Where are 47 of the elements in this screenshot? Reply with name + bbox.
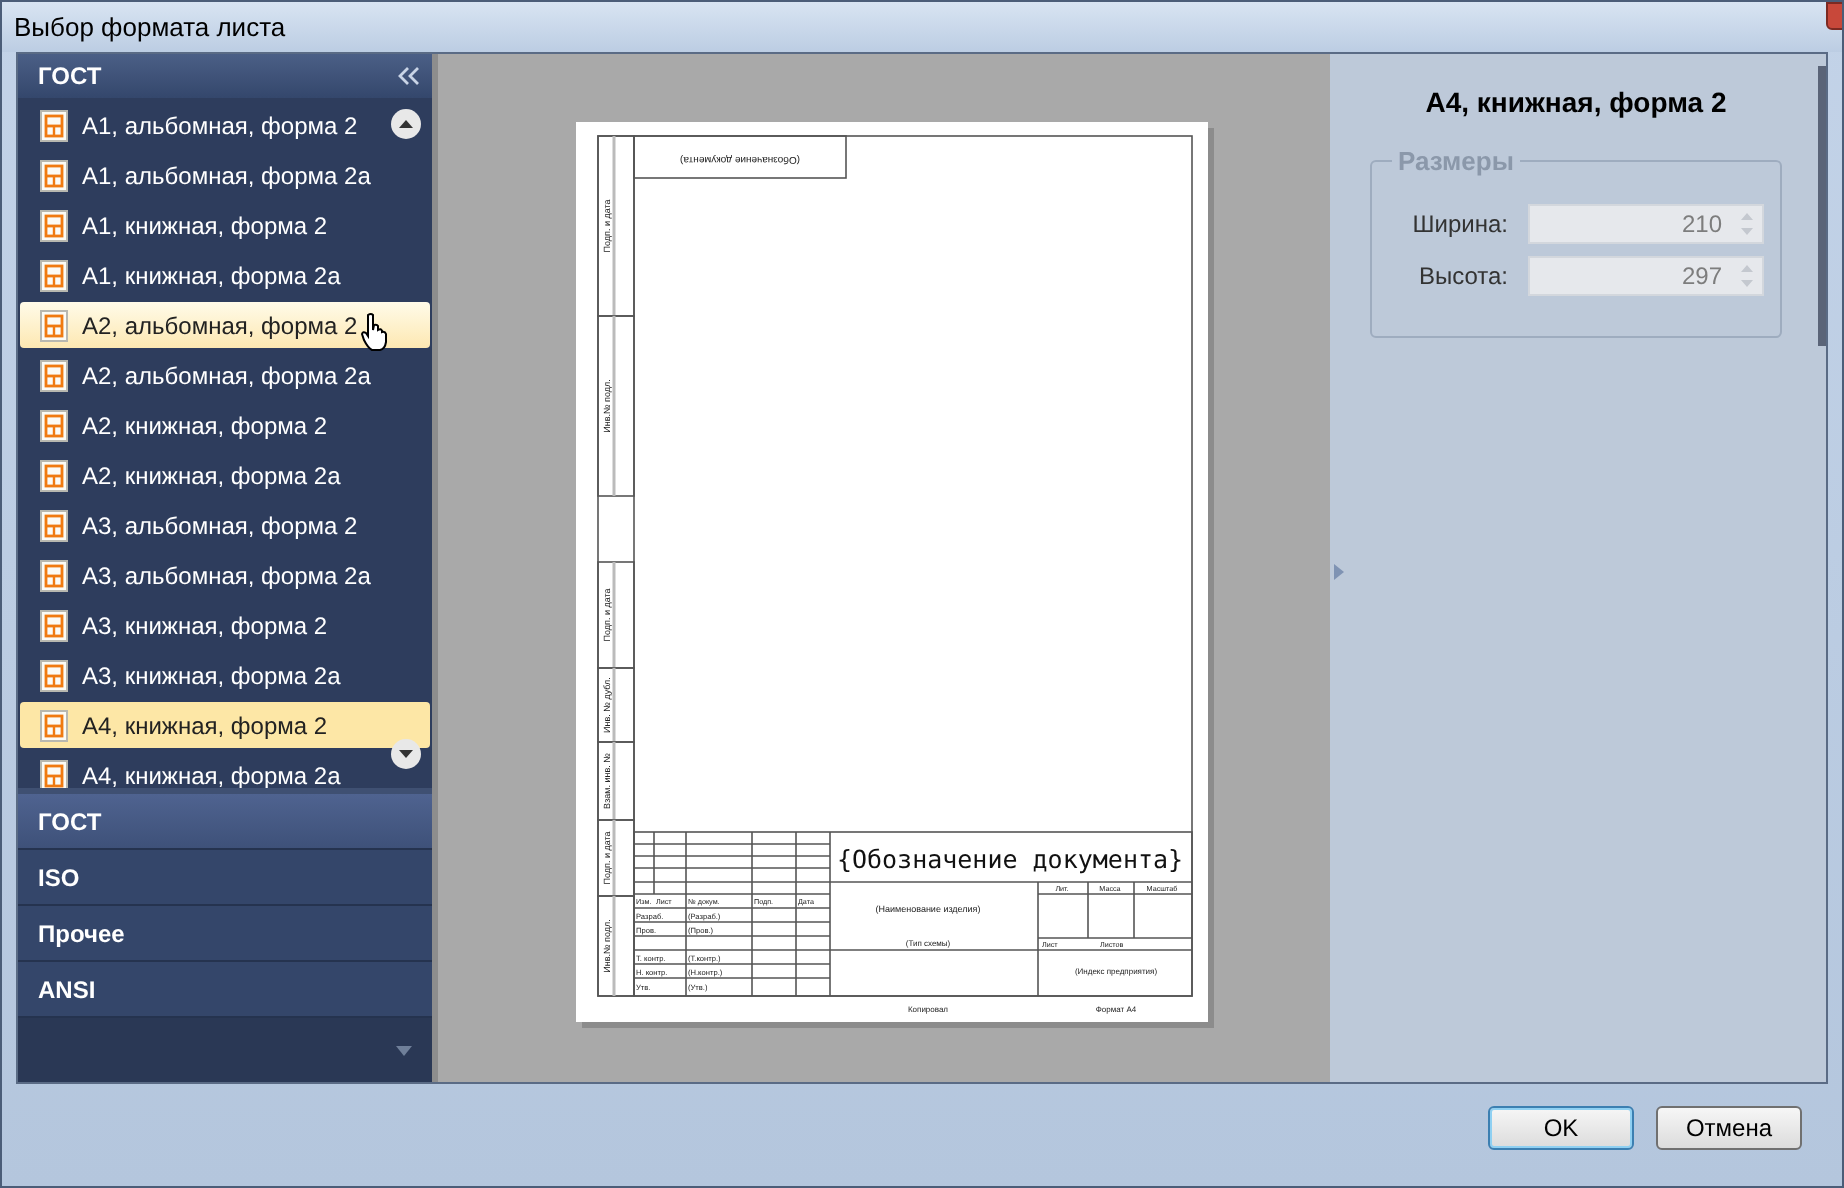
sidebar-item[interactable]: A4, книжная, форма 2а: [20, 752, 431, 788]
sidebar-item[interactable]: A4, книжная, форма 2: [20, 702, 431, 748]
ok-button[interactable]: OK: [1488, 1106, 1634, 1150]
group-tab[interactable]: Прочее: [18, 906, 433, 962]
scrollbar[interactable]: [1818, 66, 1826, 346]
document-icon: [40, 209, 68, 241]
sidebar-item[interactable]: A2, альбомная, форма 2: [20, 302, 431, 348]
document-icon: [40, 159, 68, 191]
splitter-arrow-icon[interactable]: [1334, 564, 1344, 580]
sidebar-item[interactable]: A1, книжная, форма 2а: [20, 252, 431, 298]
document-icon: [40, 609, 68, 641]
sidebar-item[interactable]: A2, книжная, форма 2а: [20, 452, 431, 498]
sidebar-item[interactable]: A1, книжная, форма 2: [20, 202, 431, 248]
document-icon: [40, 509, 68, 541]
cancel-button[interactable]: Отмена: [1656, 1106, 1802, 1150]
document-icon: [40, 759, 68, 788]
document-icon: [40, 109, 68, 141]
sidebar-item[interactable]: A3, альбомная, форма 2а: [20, 552, 431, 598]
sidebar-item[interactable]: A2, альбомная, форма 2а: [20, 352, 431, 398]
caret-icon[interactable]: [396, 1045, 413, 1055]
group-tab[interactable]: ANSI: [18, 962, 433, 1018]
sidebar-title: ГОСТ: [38, 62, 102, 90]
document-icon: [40, 309, 68, 341]
sidebar-item[interactable]: A2, книжная, форма 2: [20, 402, 431, 448]
document-icon: [40, 259, 68, 291]
sidebar-item[interactable]: A1, альбомная, форма 2: [20, 102, 431, 148]
sidebar-item[interactable]: A1, альбомная, форма 2а: [20, 152, 431, 198]
field-label: Ширина:: [1410, 210, 1508, 238]
document-icon: [40, 359, 68, 391]
format-title: A4, книжная, форма 2: [1423, 86, 1729, 118]
sidebar-item[interactable]: A3, книжная, форма 2а: [20, 652, 431, 698]
group-tab[interactable]: ISO: [18, 850, 433, 906]
scroll-up-button[interactable]: [390, 108, 423, 140]
document-icon: [40, 709, 68, 741]
document-icon: [40, 559, 68, 591]
sidebar-item[interactable]: A3, книжная, форма 2: [20, 602, 431, 648]
group-tab[interactable]: ГОСТ: [18, 794, 433, 850]
document-icon: [40, 659, 68, 691]
document-icon: [40, 409, 68, 441]
document-icon: [40, 459, 68, 491]
window-title: Выбор формата листа: [14, 12, 286, 42]
hand-cursor-icon: [360, 312, 392, 352]
scroll-down-button[interactable]: [390, 738, 423, 770]
collapse-icon[interactable]: [398, 66, 421, 86]
sidebar-item[interactable]: A3, альбомная, форма 2: [20, 502, 431, 548]
designation-text: {Обозначение документа}: [837, 844, 1184, 874]
field-label: Высота:: [1416, 262, 1508, 290]
